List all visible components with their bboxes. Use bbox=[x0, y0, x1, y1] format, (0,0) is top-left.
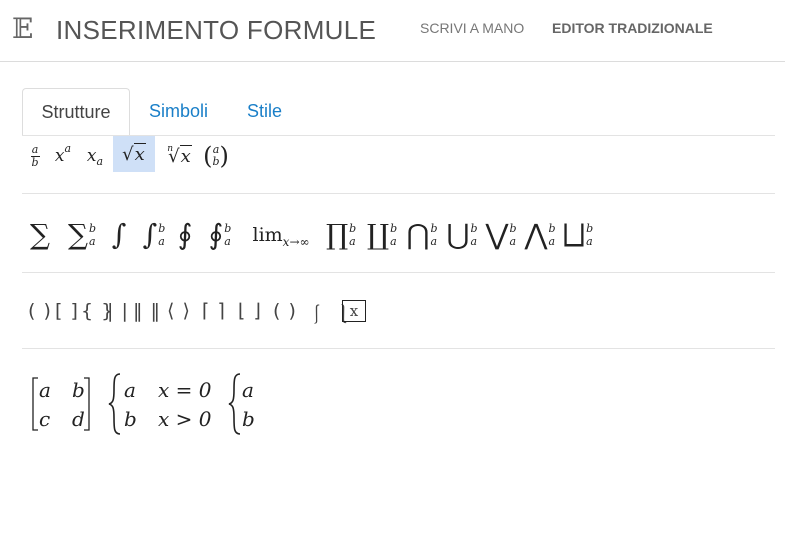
big-square-cup-button[interactable]: ⨆ b a bbox=[562, 212, 594, 258]
cases-simple-button[interactable]: a b bbox=[226, 370, 260, 438]
row-divider bbox=[22, 272, 775, 273]
row-divider bbox=[22, 193, 775, 194]
big-or-button[interactable]: ⋁ b a bbox=[485, 212, 517, 258]
ceiling-button[interactable]: ⌈ ⌉ bbox=[202, 300, 226, 322]
tab-structures[interactable]: Strutture bbox=[22, 88, 130, 136]
contour-integral-button[interactable]: ∮ bbox=[175, 212, 195, 258]
floor-button[interactable]: ⌊ ⌋ bbox=[238, 300, 262, 322]
angle-brackets-button[interactable]: ⟨ ⟩ bbox=[167, 300, 191, 322]
limit-button[interactable]: lim x→∞ bbox=[244, 212, 318, 258]
norm-button[interactable]: ‖ ‖ bbox=[133, 300, 161, 322]
row-divider bbox=[22, 348, 775, 349]
absolute-value-button[interactable]: | | bbox=[107, 300, 129, 322]
tab-style[interactable]: Stile bbox=[247, 88, 282, 134]
nav-handwrite-button[interactable]: SCRIVI A MANO bbox=[420, 20, 524, 36]
subscript-button[interactable]: xa bbox=[82, 138, 108, 174]
header: 𝔼 INSERIMENTO FORMULE SCRIVI A MANO EDIT… bbox=[0, 0, 785, 62]
structures-row-basic: ab xa xa √ x n √ x (a b) bbox=[0, 136, 785, 174]
parentheses-button[interactable]: ( ) bbox=[28, 300, 52, 322]
left-brace-icon bbox=[228, 373, 241, 435]
product-button[interactable]: ∏ b a bbox=[326, 212, 356, 258]
nth-root-button[interactable]: n √ x bbox=[161, 138, 193, 174]
nav-editor-button[interactable]: EDITOR TRADIZIONALE bbox=[552, 20, 713, 36]
fraction-button[interactable]: ab bbox=[26, 138, 44, 174]
boxed-button[interactable]: x bbox=[342, 300, 366, 322]
big-and-button[interactable]: ⋀ b a bbox=[524, 212, 556, 258]
integral-limits-button[interactable]: ∫ b a bbox=[140, 212, 168, 258]
cases-button[interactable]: a x = 0 b x > 0 bbox=[106, 370, 218, 438]
page-title: INSERIMENTO FORMULE bbox=[56, 15, 377, 45]
structures-row-operators: ∑ ∑ b a ∫ ∫ b a ∮ ∮ b a lim x→∞ ∏ b a ∐ b a ⋂ b a ⋃ b a… bbox=[0, 212, 785, 258]
matrix-button[interactable]: a b c d bbox=[26, 370, 96, 438]
binomial-button[interactable]: (a b) bbox=[203, 138, 229, 174]
structures-row-matrices: a b c d a x = 0 b x > 0 a b bbox=[0, 370, 785, 438]
left-brace-icon bbox=[108, 373, 121, 435]
integral-button[interactable]: ∫ bbox=[110, 212, 128, 258]
sum-button[interactable]: ∑ bbox=[26, 212, 54, 258]
group-button[interactable]: ( ) bbox=[273, 300, 297, 322]
tab-symbols[interactable]: Simboli bbox=[149, 88, 208, 134]
structures-row-delimiters: ( ) [ ] { } | | ‖ ‖ ⟨ ⟩ ⌈ ⌉ ⌊ ⌋ ( ) ⎰ ⎱ … bbox=[0, 298, 785, 326]
coproduct-button[interactable]: ∐ b a bbox=[366, 212, 398, 258]
sum-limits-button[interactable]: ∑ b a bbox=[64, 212, 100, 258]
matrix-brackets-icon bbox=[32, 377, 90, 431]
brackets-button[interactable]: [ ] bbox=[55, 300, 79, 322]
square-root-button[interactable]: √ x bbox=[113, 136, 155, 172]
big-intersection-button[interactable]: ⋂ b a bbox=[406, 212, 438, 258]
big-union-button[interactable]: ⋃ b a bbox=[446, 212, 478, 258]
contour-integral-limits-button[interactable]: ∮ b a bbox=[206, 212, 234, 258]
logo-icon: 𝔼 bbox=[12, 12, 34, 45]
superscript-button[interactable]: xa bbox=[50, 138, 76, 174]
